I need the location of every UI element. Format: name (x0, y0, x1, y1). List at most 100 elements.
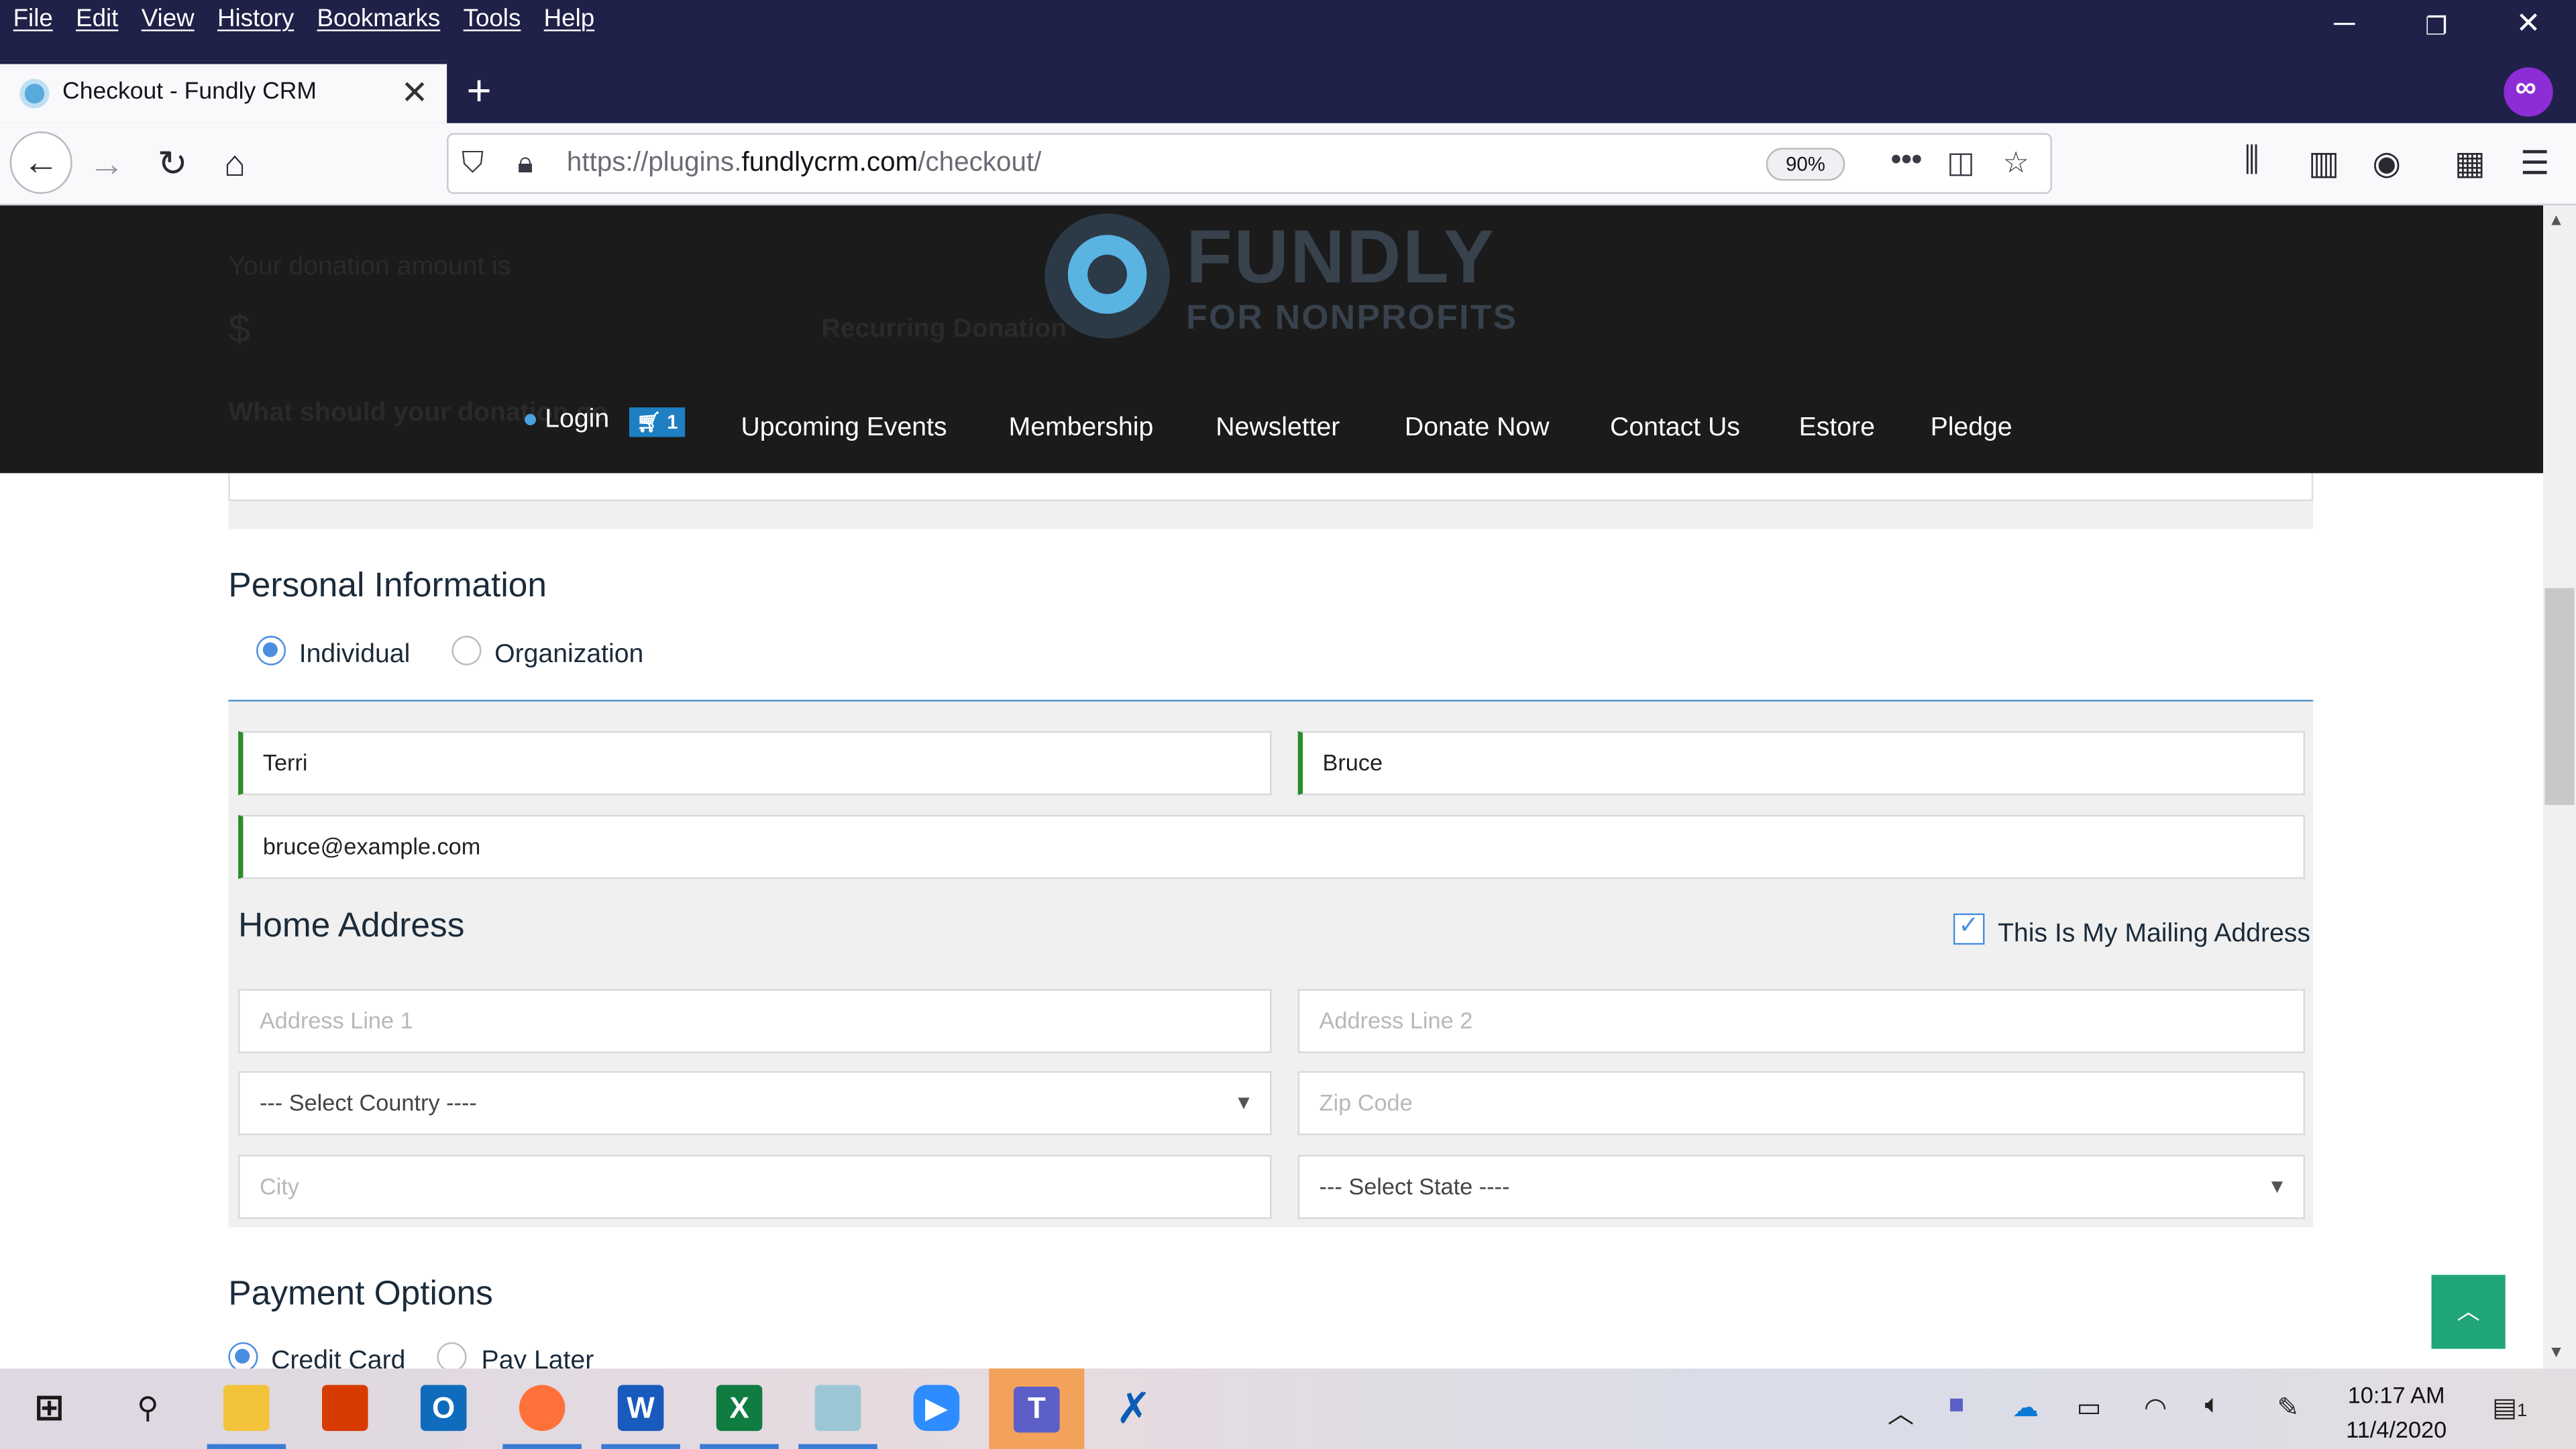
organization-radio[interactable] (451, 635, 482, 665)
pay-later-label[interactable]: Pay Later (482, 1347, 594, 1368)
site-header: Your donation amount is $ Recurring Dona… (0, 205, 2544, 474)
active-indicator (700, 1444, 779, 1449)
home-icon[interactable]: ⌂ (207, 136, 263, 192)
tab-checkout[interactable]: Checkout - Fundly CRM ✕ (0, 60, 447, 123)
taskbar-clock[interactable]: 10:17 AM 11/4/2020 (2346, 1379, 2447, 1448)
new-tab-icon[interactable]: + (467, 66, 492, 117)
nav-estore[interactable]: Estore (1799, 414, 1875, 443)
personal-info-heading: Personal Information (228, 566, 547, 605)
credit-card-radio[interactable] (228, 1342, 258, 1369)
account-icon[interactable]: ◉ (2372, 143, 2401, 184)
nav-donate-now[interactable]: Donate Now (1405, 414, 1550, 443)
zoom-icon[interactable]: ▶ (913, 1385, 960, 1432)
menu-edit[interactable]: Edit (76, 5, 118, 33)
menu-file[interactable]: File (13, 5, 53, 33)
office-icon[interactable] (322, 1385, 368, 1432)
url-bar[interactable]: ⛉ 🔒︎ https://plugins.fundlycrm.com/check… (447, 133, 2052, 194)
search-icon[interactable]: ⚲ (125, 1385, 171, 1432)
nav-contact-us[interactable]: Contact Us (1610, 414, 1740, 443)
donation-amount-label: Your donation amount is (228, 253, 511, 281)
word-icon[interactable]: W (617, 1385, 664, 1432)
sidebar-icon[interactable]: ▥ (2308, 143, 2339, 184)
address-line2-input[interactable]: Address Line 2 (1297, 989, 2305, 1053)
notification-icon[interactable]: ▤1 (2492, 1391, 2527, 1424)
extensions-icon[interactable]: ▦ (2455, 143, 2485, 184)
designation-select[interactable] (228, 473, 2314, 501)
address-line1-input[interactable]: Address Line 1 (238, 989, 1272, 1053)
credit-card-label[interactable]: Credit Card (271, 1347, 405, 1368)
onedrive-icon[interactable]: ☁ (2012, 1391, 2039, 1424)
organization-label[interactable]: Organization (494, 641, 643, 670)
mailing-address-label[interactable]: This Is My Mailing Address (1998, 920, 2310, 949)
cart-button[interactable]: 🛒︎ 1 (629, 407, 686, 437)
recurring-donation-label[interactable]: Recurring Donation (822, 315, 1067, 345)
wifi-icon[interactable]: ◠ (2144, 1391, 2167, 1424)
scroll-up-icon[interactable]: ▲ (2548, 212, 2564, 230)
fundly-logo-icon[interactable] (1044, 213, 1170, 339)
menu-bar: File Edit View History Bookmarks Tools H… (13, 5, 618, 33)
first-name-field[interactable]: Terri (238, 731, 1272, 796)
nav-upcoming-events[interactable]: Upcoming Events (741, 414, 947, 443)
teams-taskbar-button[interactable]: T (989, 1368, 1085, 1449)
individual-radio[interactable] (256, 635, 286, 665)
outlook-icon[interactable]: O (420, 1385, 467, 1432)
menu-hamburger-icon[interactable]: ☰ (2520, 143, 2550, 184)
close-window-icon[interactable]: ✕ (2504, 7, 2553, 41)
firefox-icon[interactable] (519, 1385, 566, 1432)
minimize-icon[interactable]: ─ (2320, 7, 2369, 41)
bookmark-star-icon[interactable]: ☆ (2002, 146, 2029, 180)
zip-code-input[interactable]: Zip Code (1297, 1071, 2305, 1136)
active-indicator (798, 1444, 877, 1449)
menu-help[interactable]: Help (544, 5, 595, 33)
back-icon[interactable]: ← (9, 131, 72, 194)
notification-count: 1 (2517, 1401, 2528, 1421)
teams-icon: T (1014, 1385, 1060, 1432)
email-field[interactable]: bruce@example.com (238, 814, 2305, 879)
web-page: Your donation amount is $ Recurring Dona… (0, 205, 2544, 1369)
forward-icon[interactable]: → (79, 136, 135, 192)
last-name-field[interactable]: Bruce (1297, 731, 2305, 796)
reload-icon[interactable]: ↻ (145, 136, 201, 192)
more-actions-icon[interactable]: ••• (1891, 143, 1922, 177)
chevron-up-icon[interactable]: ︿ (1888, 1391, 1914, 1431)
file-explorer-icon[interactable] (223, 1385, 270, 1432)
close-tab-icon[interactable]: ✕ (401, 72, 429, 113)
scrollbar-thumb[interactable] (2544, 588, 2575, 806)
windows-start-icon[interactable]: ⊞ (26, 1385, 72, 1432)
shield-icon[interactable]: ⛉ (462, 146, 484, 180)
nav-membership[interactable]: Membership (1009, 414, 1154, 443)
logo-wordmark[interactable]: FUNDLY (1186, 212, 1495, 301)
library-icon[interactable]: ⫼ (2244, 143, 2259, 180)
individual-label[interactable]: Individual (299, 641, 411, 670)
state-select[interactable]: --- Select State ---- ▼ (1297, 1155, 2305, 1220)
lock-icon[interactable]: 🔒︎ (517, 146, 533, 180)
zoom-level[interactable]: 90% (1766, 148, 1845, 181)
city-input[interactable]: City (238, 1155, 1272, 1220)
pocket-icon[interactable]: ◫ (1947, 146, 1975, 180)
currency-symbol: $ (228, 307, 251, 352)
nav-newsletter[interactable]: Newsletter (1216, 414, 1340, 443)
notepad-icon[interactable] (814, 1385, 861, 1432)
url-text[interactable]: https://plugins.fundlycrm.com/checkout/ (567, 148, 1042, 179)
scroll-to-top-button[interactable]: ︿ (2431, 1275, 2506, 1349)
restore-icon[interactable]: ❐ (2412, 11, 2461, 42)
scroll-down-icon[interactable]: ▼ (2548, 1344, 2564, 1362)
login-link[interactable]: ● Login (523, 406, 609, 435)
pen-icon[interactable]: ✎ (2277, 1391, 2299, 1424)
battery-icon[interactable]: ▭ (2077, 1391, 2102, 1424)
menu-history[interactable]: History (217, 5, 294, 33)
pay-later-radio[interactable] (437, 1342, 467, 1369)
menu-tools[interactable]: Tools (464, 5, 521, 33)
volume-icon[interactable]: 🔈︎ (2205, 1391, 2221, 1421)
mailing-address-checkbox[interactable] (1953, 910, 1985, 945)
country-select[interactable]: --- Select Country ---- ▼ (238, 1071, 1272, 1136)
xmarks-icon[interactable]: ✗ (1111, 1383, 1157, 1432)
menu-view[interactable]: View (142, 5, 195, 33)
logo-tagline: FOR NONPROFITS (1186, 299, 1518, 337)
home-address-heading: Home Address (238, 906, 465, 945)
chevron-down-icon: ▼ (2267, 1175, 2288, 1198)
excel-icon[interactable]: X (716, 1385, 763, 1432)
nav-pledge[interactable]: Pledge (1931, 414, 2012, 443)
menu-bookmarks[interactable]: Bookmarks (317, 5, 441, 33)
teams-tray-icon[interactable]: ■ (1949, 1391, 1965, 1421)
